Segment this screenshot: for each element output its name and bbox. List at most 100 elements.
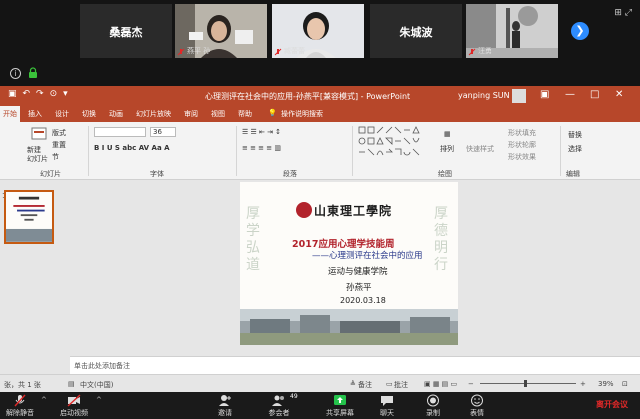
notes-icon: ≜	[350, 380, 356, 388]
shapes-gallery[interactable]	[358, 126, 428, 160]
participants-count: 49	[290, 393, 298, 400]
group-drawing-label: 绘图	[438, 170, 452, 178]
language-status[interactable]: 中文(中国)	[80, 380, 113, 390]
replace-button[interactable]: 替换	[568, 130, 582, 140]
notes-pane[interactable]: 单击此处添加备注	[70, 356, 640, 374]
tell-me-search[interactable]: 操作说明搜索	[281, 109, 323, 119]
participants-label: 参会者	[268, 409, 290, 417]
quick-styles-button[interactable]: 快速样式	[466, 144, 494, 154]
chat-icon	[381, 396, 393, 406]
record-label: 录制	[426, 409, 440, 417]
font-format-buttons[interactable]: B I U S abc AV Aa A	[94, 144, 170, 152]
muted-mic-icon	[177, 48, 185, 56]
participant-name: 朱城波	[399, 26, 433, 39]
zoom-slider[interactable]	[480, 383, 576, 384]
comments-icon: ▭	[386, 380, 393, 388]
section-button[interactable]: 节	[52, 152, 59, 162]
tab-review[interactable]: 审阅	[184, 109, 198, 119]
participants-icon	[272, 395, 284, 406]
invite-button[interactable]: 邀请	[208, 392, 242, 419]
new-slide-button[interactable]: 新建 幻灯片	[27, 146, 48, 164]
arrange-icon: ▦	[444, 130, 451, 138]
tab-view[interactable]: 视图	[211, 109, 225, 119]
arrange-button[interactable]: 排列	[440, 144, 454, 154]
video-strip: 桑磊杰 燕平 孙 臧蕾蕾 朱城波 汪勇 ❯ ⊞ ⤢	[0, 0, 640, 62]
ppt-title-bar: ▣↶↷⊙▾ 心理测评在社会中的应用-孙燕平[兼容模式] - PowerPoint…	[0, 86, 640, 106]
reset-button[interactable]: 重置	[52, 140, 66, 150]
user-name[interactable]: yanping SUN	[458, 91, 510, 100]
participant-tile[interactable]: 燕平 孙	[175, 4, 267, 58]
school-logo-icon	[296, 202, 312, 218]
close-icon[interactable]: ✕	[615, 89, 623, 100]
participant-tile[interactable]: 汪勇	[466, 4, 558, 58]
maximize-icon[interactable]: □	[590, 89, 599, 100]
layout-button[interactable]: 版式	[52, 128, 66, 138]
video-off-icon	[67, 394, 81, 407]
info-icon[interactable]: i	[10, 68, 21, 79]
start-video-label: 启动视频	[60, 409, 88, 417]
notes-toggle[interactable]: 备注	[358, 380, 372, 390]
slide-title: 2017应用心理学技能周	[292, 239, 395, 250]
tab-home[interactable]: 开始	[0, 106, 20, 122]
ribbon-tabs: 开始 插入 设计 切换 动画 幻灯片放映 审阅 视图 帮助 💡 操作说明搜索	[0, 106, 640, 122]
participant-tile[interactable]: 臧蕾蕾	[272, 4, 364, 58]
shape-outline-button[interactable]: 形状轮廓	[508, 140, 536, 150]
spellcheck-icon[interactable]: ▤	[68, 380, 75, 388]
slide-author: 孙燕平	[346, 283, 372, 293]
slide-thumbnail-preview	[6, 192, 52, 242]
zoom-in-icon[interactable]: +	[580, 380, 586, 388]
notes-placeholder: 单击此处添加备注	[74, 362, 130, 370]
quick-access-toolbar[interactable]: ▣↶↷⊙▾	[8, 89, 74, 99]
lock-icon[interactable]	[28, 67, 38, 79]
tab-design[interactable]: 设计	[55, 109, 69, 119]
view-layout-icon[interactable]: ⊞ ⤢	[614, 8, 632, 18]
record-icon	[427, 394, 439, 407]
new-slide-icon[interactable]	[30, 126, 48, 144]
meeting-info-bar: i	[0, 62, 640, 86]
calligraphy-left: 厚学弘道	[246, 206, 260, 273]
muted-mic-icon	[274, 48, 282, 56]
chat-button[interactable]: 聊天	[372, 392, 402, 419]
tab-transitions[interactable]: 切换	[82, 109, 96, 119]
shared-screen-powerpoint: ▣↶↷⊙▾ 心理测评在社会中的应用-孙燕平[兼容模式] - PowerPoint…	[0, 86, 640, 392]
slide-thumbnail[interactable]	[4, 190, 54, 244]
shape-fill-button[interactable]: 形状填充	[508, 128, 536, 138]
tab-animations[interactable]: 动画	[109, 109, 123, 119]
audio-options-caret-icon[interactable]: ^	[41, 396, 47, 404]
participant-tile[interactable]: 朱城波	[370, 4, 462, 58]
font-size-box[interactable]: 36	[150, 127, 176, 137]
next-page-icon[interactable]: ❯	[571, 22, 589, 40]
avatar[interactable]	[512, 89, 526, 103]
paragraph-buttons[interactable]: ☰ ☰ ⇤ ⇥ ↕	[242, 128, 281, 136]
leave-meeting-button[interactable]: 离开会议	[596, 399, 628, 410]
zoom-meeting-window: 桑磊杰 燕平 孙 臧蕾蕾 朱城波 汪勇 ❯ ⊞ ⤢ i ▣↶↷⊙▾ 心理测评在社…	[0, 0, 640, 419]
minimize-icon[interactable]: —	[565, 89, 575, 100]
select-button[interactable]: 选择	[568, 144, 582, 154]
slide-college: 运动与健康学院	[328, 267, 388, 277]
calligraphy-right: 厚德明行	[434, 206, 448, 273]
fit-slide-icon[interactable]: ⊡	[622, 380, 628, 388]
zoom-out-icon[interactable]: −	[468, 380, 474, 388]
participant-tile[interactable]: 桑磊杰	[80, 4, 172, 58]
alignment-buttons[interactable]: ≡ ≡ ≡ ≡ ▥	[242, 144, 281, 152]
current-slide[interactable]: 厚学弘道 厚德明行 山東理工學院 2017应用心理学技能周 ——心理测评在社会中…	[240, 182, 458, 345]
font-name-box[interactable]	[94, 127, 146, 137]
zoom-slider-handle[interactable]	[524, 380, 527, 387]
comments-toggle[interactable]: 批注	[394, 380, 408, 390]
start-video-button[interactable]: 启动视频	[56, 392, 92, 419]
view-buttons[interactable]: ▣ ▦ ▤ ▭	[424, 380, 457, 388]
zoom-level[interactable]: 39%	[598, 380, 614, 388]
tab-insert[interactable]: 插入	[28, 109, 42, 119]
smiley-icon	[471, 394, 483, 407]
video-options-caret-icon[interactable]: ^	[96, 396, 102, 404]
record-button[interactable]: 录制	[418, 392, 448, 419]
unmute-button[interactable]: 解除静音	[2, 392, 38, 419]
tab-help[interactable]: 帮助	[238, 109, 252, 119]
share-screen-button[interactable]: 共享屏幕	[322, 392, 358, 419]
ribbon-display-icon[interactable]: ▣	[540, 89, 549, 100]
shape-effect-button[interactable]: 形状效果	[508, 152, 536, 162]
reactions-label: 表情	[470, 409, 484, 417]
tab-slideshow[interactable]: 幻灯片放映	[136, 109, 171, 119]
reactions-button[interactable]: 表情	[462, 392, 492, 419]
invite-label: 邀请	[218, 409, 232, 417]
